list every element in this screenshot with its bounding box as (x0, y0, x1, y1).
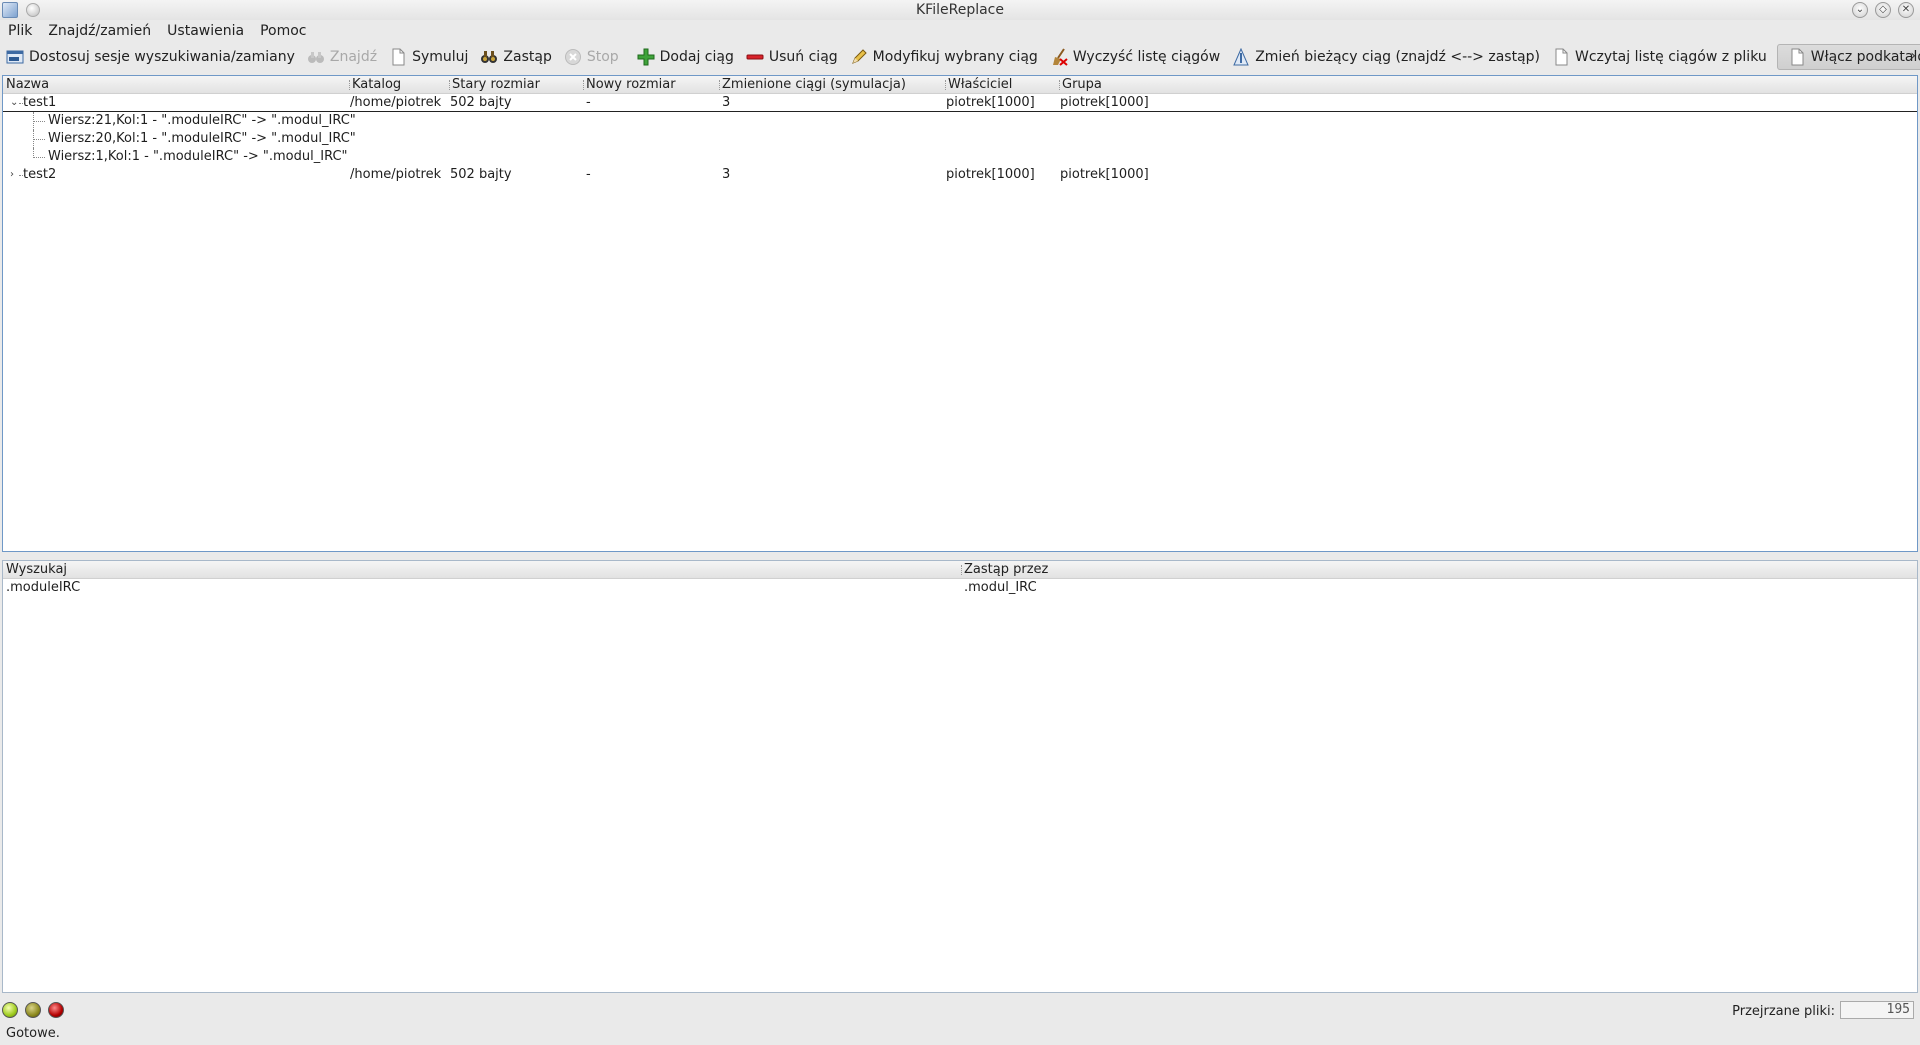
file-changed: 3 (722, 95, 731, 110)
list-item[interactable]: Wiersz:20,Kol:1 - ".moduleIRC" -> ".modu… (3, 130, 1917, 148)
table-row[interactable]: .moduleIRC .modul_IRC (3, 579, 1917, 597)
minimize-icon[interactable]: ⌄ (1852, 2, 1868, 18)
tree-connector (33, 139, 45, 140)
col-new-size[interactable]: Nowy rozmiar (583, 76, 719, 94)
minus-icon (746, 54, 764, 60)
maximize-icon[interactable]: ◇ (1875, 2, 1891, 18)
invert-icon (1233, 48, 1249, 66)
plus-icon (637, 48, 655, 66)
menu-help[interactable]: Pomoc (252, 23, 314, 39)
menu-bar: Plik Znajdź/zamień Ustawienia Pomoc (0, 20, 1920, 42)
panel-splitter[interactable] (0, 552, 1920, 560)
file-name: test1 (23, 95, 57, 110)
tree-connector (33, 121, 45, 122)
add-string-label: Dodaj ciąg (659, 49, 734, 65)
file-old-size: 502 bajty (450, 95, 512, 110)
results-view[interactable]: Nazwa Katalog Stary rozmiar Nowy rozmiar… (2, 75, 1918, 552)
tree-connector (33, 157, 45, 158)
folder-document-icon (1791, 48, 1804, 66)
strings-header: Wyszukaj Zastąp przez (3, 561, 1917, 579)
scanned-files-label: Przejrzane pliki: (1732, 1004, 1835, 1019)
invert-string-label: Zmień bieżący ciąg (znajdź <--> zastąp) (1255, 49, 1540, 65)
col-replace[interactable]: Zastąp przez (961, 561, 1861, 579)
file-changed: 3 (722, 167, 731, 182)
file-old-size: 502 bajty (450, 167, 512, 182)
subfolders-toggle[interactable]: Włącz podkatalogi (1776, 44, 1920, 70)
binoculars-icon (307, 52, 324, 63)
table-row[interactable]: ⌄ test1 /home/piotrek 502 bajty - 3 piot… (3, 94, 1917, 112)
file-new-size: - (586, 95, 591, 110)
clear-list-label: Wyczyść listę ciągów (1072, 49, 1221, 65)
simulate-button[interactable]: Symuluj (383, 44, 474, 70)
file-group: piotrek[1000] (1060, 167, 1149, 182)
load-list-label: Wczytaj listę ciągów z pliku (1575, 49, 1767, 65)
clear-list-button[interactable]: Wyczyść listę ciągów (1044, 44, 1226, 70)
match-entry: Wiersz:21,Kol:1 - ".moduleIRC" -> ".modu… (48, 113, 356, 128)
add-string-button[interactable]: Dodaj ciąg (631, 44, 740, 70)
subfolders-label: Włącz podkatalogi (1810, 49, 1920, 65)
stop-label: Stop (586, 49, 619, 65)
remove-string-button[interactable]: Usuń ciąg (740, 44, 844, 70)
session-icon (6, 50, 24, 64)
match-entry: Wiersz:20,Kol:1 - ".moduleIRC" -> ".modu… (48, 131, 356, 146)
col-owner[interactable]: Właściciel (945, 76, 1059, 94)
window-title: KFileReplace (916, 2, 1004, 18)
results-header: Nazwa Katalog Stary rozmiar Nowy rozmiar… (3, 76, 1917, 94)
pencil-icon (851, 49, 867, 64)
file-folder: /home/piotrek (350, 167, 442, 182)
file-new-size: - (586, 167, 591, 182)
file-group: piotrek[1000] (1060, 95, 1149, 110)
green-led-icon (2, 1002, 18, 1018)
menu-file[interactable]: Plik (0, 23, 40, 39)
replace-string: .modul_IRC (964, 580, 1037, 595)
edit-string-button[interactable]: Modyfikuj wybrany ciąg (844, 44, 1044, 70)
customize-session-label: Dostosuj sesje wyszukiwania/zamiany (29, 49, 295, 65)
toolbar-overflow-icon[interactable]: › (1910, 48, 1916, 64)
col-group[interactable]: Grupa (1059, 76, 1259, 94)
simulate-label: Symuluj (412, 49, 469, 65)
remove-string-label: Usuń ciąg (768, 49, 838, 65)
match-entry: Wiersz:1,Kol:1 - ".moduleIRC" -> ".modul… (48, 149, 348, 164)
list-item[interactable]: Wiersz:1,Kol:1 - ".moduleIRC" -> ".modul… (3, 148, 1917, 166)
strings-view[interactable]: Wyszukaj Zastąp przez .moduleIRC .modul_… (2, 560, 1918, 993)
status-message: Gotowe. (6, 1026, 60, 1041)
col-search[interactable]: Wyszukaj (3, 561, 961, 579)
find-label: Znajdź (329, 49, 378, 65)
file-name: test2 (23, 167, 57, 182)
scanned-files-counter: 195 (1840, 1001, 1914, 1019)
table-row[interactable]: › test2 /home/piotrek 502 bajty - 3 piot… (3, 166, 1917, 184)
file-owner: piotrek[1000] (946, 167, 1035, 182)
col-name[interactable]: Nazwa (3, 76, 348, 94)
file-owner: piotrek[1000] (946, 95, 1035, 110)
list-item[interactable]: Wiersz:21,Kol:1 - ".moduleIRC" -> ".modu… (3, 112, 1917, 130)
document-icon (392, 48, 405, 66)
col-folder[interactable]: Katalog (349, 76, 449, 94)
red-led-icon (48, 1002, 64, 1018)
close-icon[interactable]: ✕ (1898, 2, 1914, 18)
load-list-button[interactable]: Wczytaj listę ciągów z pliku (1546, 44, 1773, 70)
broom-icon (1052, 48, 1068, 66)
replace-button[interactable]: Zastąp (474, 44, 557, 70)
menu-settings[interactable]: Ustawienia (159, 23, 252, 39)
stop-button[interactable]: Stop (558, 44, 625, 70)
app-icon[interactable] (2, 2, 18, 18)
window-menu-icon[interactable] (26, 3, 40, 17)
yellow-led-icon (25, 1002, 41, 1018)
replace-binoculars-icon (481, 51, 498, 63)
title-bar: KFileReplace ⌄ ◇ ✕ (0, 0, 1920, 20)
file-folder: /home/piotrek (350, 95, 442, 110)
stop-icon (564, 49, 581, 65)
edit-string-label: Modyfikuj wybrany ciąg (872, 49, 1038, 65)
col-changed[interactable]: Zmienione ciągi (symulacja) (719, 76, 945, 94)
search-string: .moduleIRC (6, 580, 81, 595)
find-button[interactable]: Znajdź (301, 44, 383, 70)
replace-label: Zastąp (503, 49, 552, 65)
status-bar: Przejrzane pliki: 195 Gotowe. (0, 996, 1920, 1045)
customize-session-button[interactable]: Dostosuj sesje wyszukiwania/zamiany (0, 44, 301, 70)
main-toolbar: Dostosuj sesje wyszukiwania/zamiany Znaj… (0, 43, 1920, 71)
menu-find-replace[interactable]: Znajdź/zamień (40, 23, 159, 39)
load-file-icon (1555, 48, 1568, 66)
col-old-size[interactable]: Stary rozmiar (449, 76, 583, 94)
invert-string-button[interactable]: Zmień bieżący ciąg (znajdź <--> zastąp) (1226, 44, 1546, 70)
